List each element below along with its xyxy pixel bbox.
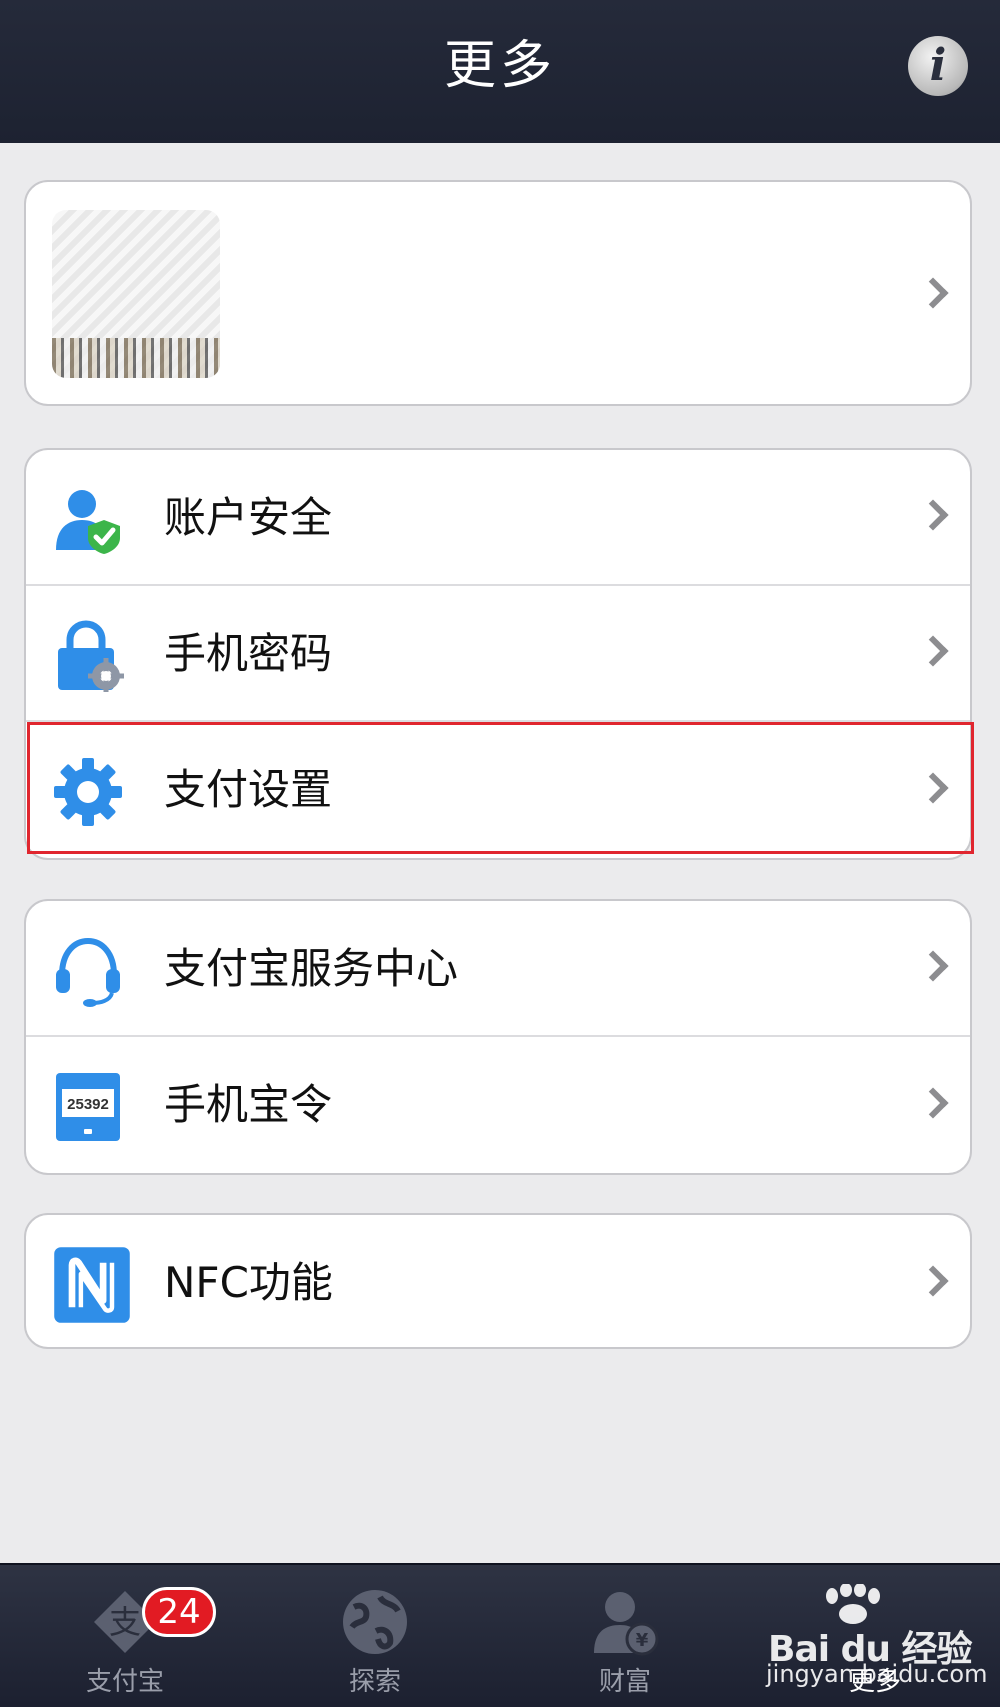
chevron-right-icon (917, 635, 949, 667)
avatar (52, 210, 220, 378)
menu-item-label: 账户安全 (164, 493, 333, 542)
menu-item-phone-password[interactable]: 手机密码 (26, 586, 970, 722)
menu-item-label: NFC功能 (164, 1258, 333, 1307)
tab-label: 探索 (348, 1667, 401, 1697)
profile-card[interactable] (24, 180, 972, 406)
tab-label: 支付宝 (85, 1667, 164, 1697)
menu-item-payment-settings[interactable]: 支付设置 (26, 722, 970, 858)
chevron-right-icon (917, 950, 949, 982)
menu-item-service-center[interactable]: 支付宝服务中心 (26, 901, 970, 1037)
notification-badge: 24 (142, 1587, 216, 1637)
menu-item-phone-token[interactable]: 25392 手机宝令 (26, 1037, 970, 1173)
nfc-menu-group: NFC功能 (24, 1213, 972, 1349)
chevron-right-icon (917, 1087, 949, 1119)
menu-item-label: 手机密码 (164, 629, 333, 678)
wealth-currency-text: ¥ (636, 1630, 649, 1651)
globe-icon (343, 1590, 407, 1654)
wealth-user-icon: ¥ (594, 1592, 659, 1656)
tab-label: 更多 (848, 1667, 901, 1697)
menu-item-label: 支付设置 (164, 765, 333, 814)
headset-icon (56, 937, 120, 1007)
token-device-icon: 25392 (56, 1073, 120, 1141)
chevron-right-icon (917, 277, 949, 309)
security-menu-group: 账户安全 手机密码 支付设置 (24, 448, 972, 860)
tab-label: 财富 (598, 1667, 651, 1697)
tab-more[interactable]: 更多 (750, 1565, 1000, 1707)
chevron-right-icon (917, 499, 949, 531)
token-code: 25392 (67, 1096, 109, 1113)
avatar-image (52, 338, 220, 378)
account-security-icon (56, 490, 120, 554)
phone-password-icon (58, 620, 124, 692)
menu-item-nfc[interactable]: NFC功能 (26, 1215, 970, 1347)
tab-wealth[interactable]: ¥ 财富 (500, 1565, 750, 1707)
service-menu-group: 支付宝服务中心 25392 手机宝令 (24, 899, 972, 1175)
alipay-logo-text: 支 (109, 1603, 141, 1641)
nfc-icon (54, 1247, 130, 1323)
tab-explore[interactable]: 探索 (250, 1565, 500, 1707)
navigation-bar: 更多 i (0, 0, 1000, 143)
info-icon[interactable]: i (908, 36, 968, 96)
tab-alipay[interactable]: 支 24 支付宝 (0, 1565, 250, 1707)
menu-item-label: 支付宝服务中心 (164, 944, 459, 993)
chevron-right-icon (917, 772, 949, 804)
page-title: 更多 (443, 36, 556, 96)
tab-bar: 支 24 支付宝 探索 ¥ 财富 更多 (0, 1563, 1000, 1707)
menu-item-label: 手机宝令 (164, 1080, 333, 1129)
payment-settings-gear-icon (54, 758, 122, 826)
chevron-right-icon (917, 1265, 949, 1297)
menu-item-account-security[interactable]: 账户安全 (26, 450, 970, 586)
